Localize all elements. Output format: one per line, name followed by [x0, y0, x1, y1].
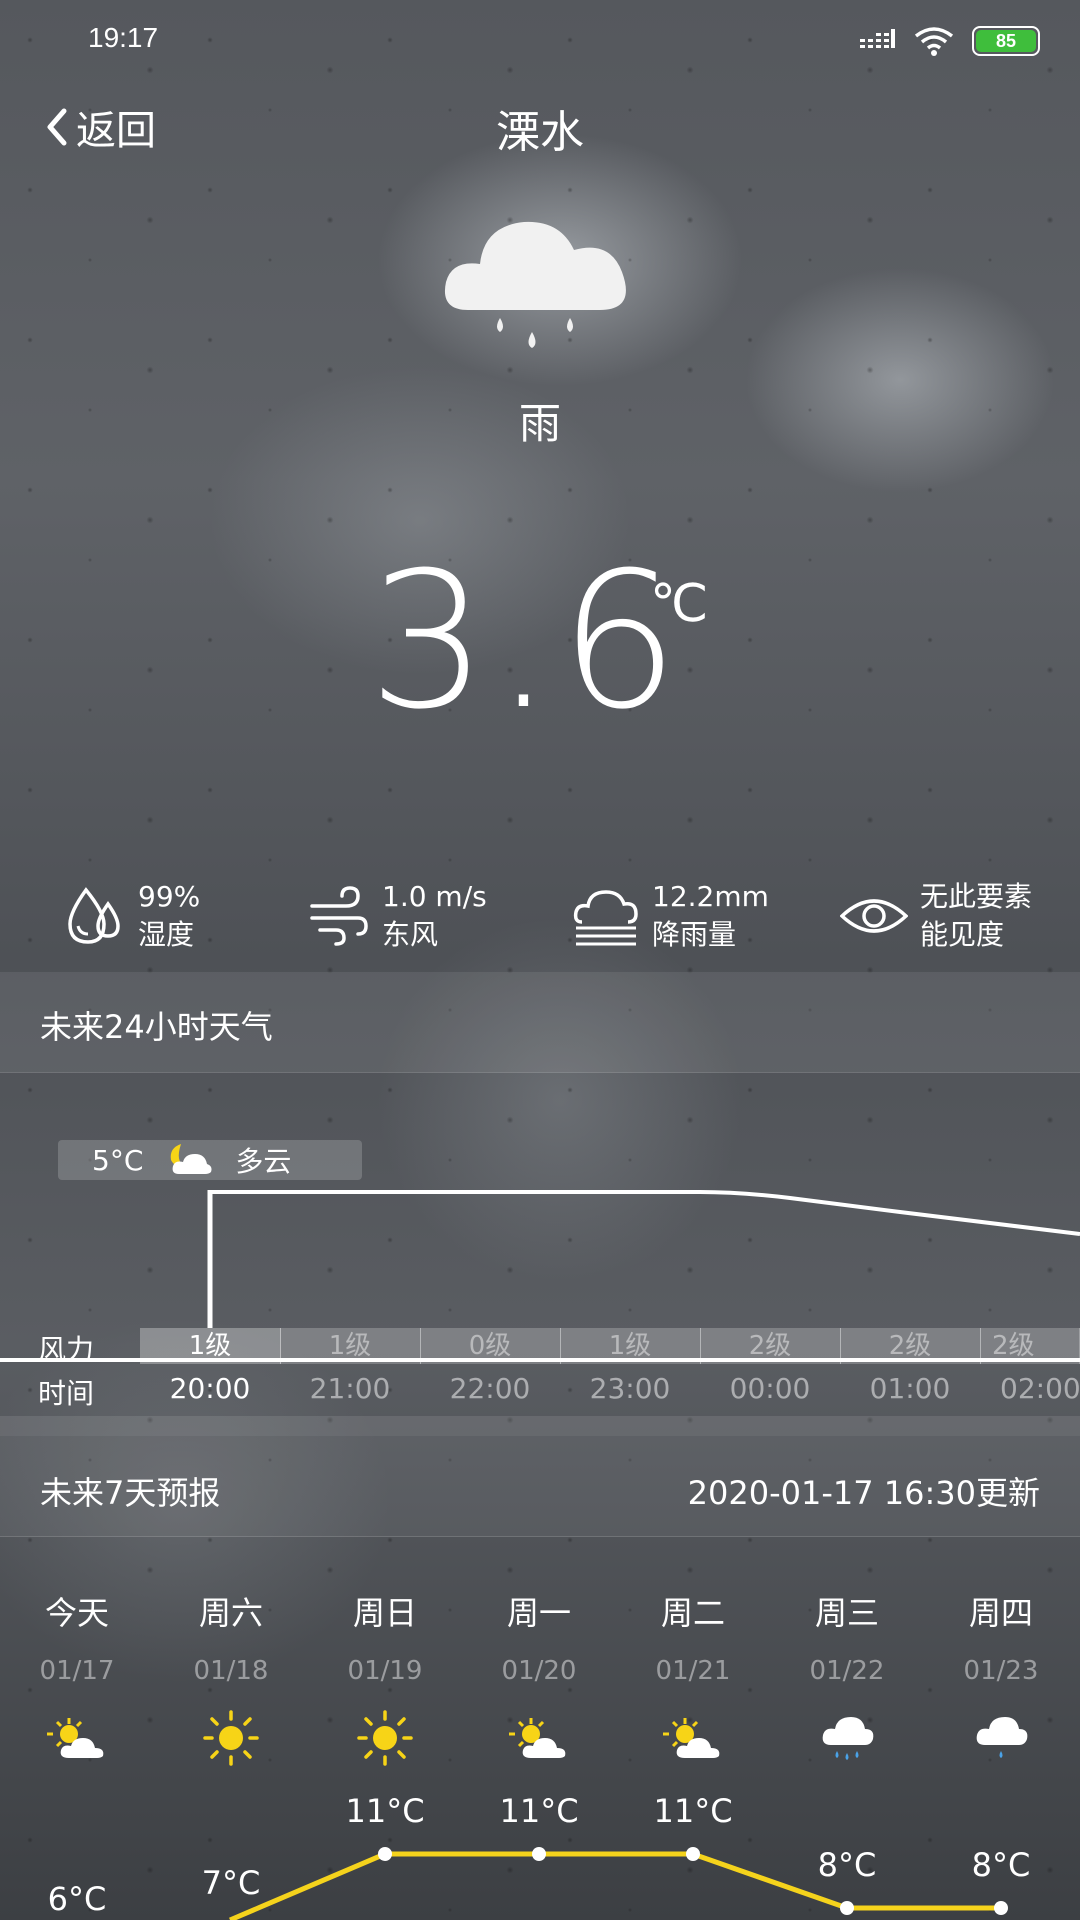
humidity-label: 湿度 — [138, 918, 195, 951]
moon-cloud-icon — [171, 1144, 212, 1174]
daily-high-line — [229, 1851, 1001, 1920]
hour-time: 00:00 — [729, 1372, 811, 1405]
day-date: 01/22 — [809, 1656, 885, 1686]
hourly-temperature-line — [210, 1190, 1080, 1236]
daily-point — [532, 1847, 546, 1861]
partly-sunny-icon — [509, 1718, 566, 1758]
day-column[interactable]: 周日 01/19 — [308, 1588, 462, 1768]
day-column[interactable]: 周三 01/22 — [770, 1588, 924, 1768]
rain-icon — [822, 1717, 874, 1760]
wind-cell: 2级 — [840, 1328, 981, 1364]
condition-text: 雨 — [518, 399, 561, 448]
partly-sunny-icon — [47, 1718, 104, 1758]
wind-cell: 0级 — [420, 1328, 561, 1364]
wind-cell: 1级 — [560, 1328, 701, 1364]
temperature-unit: ℃ — [650, 574, 709, 634]
current-temperature: 3.6 — [368, 532, 685, 751]
wind-force-row: 1级 1级 0级 1级 2级 2级 2级 — [0, 1328, 1080, 1364]
humidity-icon — [68, 887, 120, 944]
wind-icon — [310, 886, 368, 946]
day-name: 周一 — [506, 1594, 571, 1632]
day-column[interactable]: 周六 01/18 — [154, 1588, 308, 1768]
partly-sunny-icon — [663, 1718, 720, 1758]
day-name: 今天 — [44, 1594, 109, 1632]
day-column[interactable]: 周一 01/20 — [462, 1588, 616, 1768]
wind-cell: 1级 — [280, 1328, 421, 1364]
day-high-temp: 11°C — [345, 1792, 425, 1830]
precipitation-value: 12.2mm — [652, 880, 769, 913]
hourly-tooltip: 5°C 多云 — [58, 1140, 362, 1180]
divider — [0, 1536, 1080, 1537]
daily-updated: 2020-01-17 16:30更新 — [687, 1474, 1040, 1512]
hour-time: 02:00 — [1000, 1372, 1080, 1405]
daily-point — [378, 1847, 392, 1861]
day-date: 01/17 — [39, 1656, 115, 1686]
battery-icon: 85 — [972, 26, 1040, 56]
status-time: 19:17 — [88, 22, 159, 53]
day-name: 周四 — [968, 1594, 1033, 1632]
visibility-label: 能见度 — [920, 918, 1005, 951]
precipitation-metric: 12.2mm 降雨量 — [572, 878, 769, 954]
visibility-metric: 无此要素 能见度 — [840, 878, 1032, 954]
visibility-icon — [840, 899, 908, 933]
precipitation-icon — [573, 890, 638, 946]
battery-level: 85 — [995, 31, 1017, 51]
precipitation-label: 降雨量 — [652, 918, 737, 951]
day-column[interactable]: 今天 01/17 — [0, 1588, 154, 1768]
day-name: 周二 — [660, 1594, 725, 1632]
hour-time: 01:00 — [869, 1372, 951, 1405]
time-row-label: 时间 — [38, 1377, 95, 1410]
signal-icon — [860, 29, 895, 48]
day-date: 01/18 — [193, 1656, 269, 1686]
section-gap — [0, 1416, 1080, 1436]
day-high-temp: 11°C — [653, 1792, 733, 1830]
wifi-icon — [914, 27, 954, 56]
city-title: 溧水 — [496, 107, 584, 158]
day-name: 周六 — [198, 1594, 263, 1632]
day-column[interactable]: 周四 01/23 — [924, 1588, 1078, 1768]
daily-point — [994, 1901, 1008, 1915]
wind-metric: 1.0 m/s 东风 — [306, 878, 487, 954]
day-name: 周日 — [352, 1594, 417, 1632]
sunny-icon — [357, 1710, 413, 1766]
daily-title: 未来7天预报 — [40, 1474, 221, 1512]
humidity-value: 99% — [138, 880, 201, 913]
day-date: 01/21 — [655, 1656, 731, 1686]
wind-cell: 2级 — [980, 1328, 1080, 1364]
wind-cell: 2级 — [700, 1328, 841, 1364]
hour-time: 22:00 — [449, 1372, 531, 1405]
visibility-value: 无此要素 — [920, 880, 1033, 913]
tooltip-condition: 多云 — [235, 1145, 292, 1178]
humidity-metric: 99% 湿度 — [62, 878, 200, 954]
hour-time: 23:00 — [589, 1372, 671, 1405]
hour-time: 20:00 — [169, 1372, 251, 1405]
wind-cell: 1级 — [140, 1328, 281, 1364]
day-column[interactable]: 周二 01/21 — [616, 1588, 770, 1768]
daily-high-chart — [229, 1847, 1008, 1920]
rain-cloud-icon — [444, 221, 626, 348]
day-date: 01/23 — [963, 1656, 1039, 1686]
day-high-temp: 11°C — [499, 1792, 579, 1830]
daily-point — [840, 1901, 854, 1915]
wind-speed-value: 1.0 m/s — [382, 880, 487, 913]
divider — [0, 1072, 1080, 1073]
tooltip-temp: 5°C — [92, 1143, 144, 1177]
day-name: 周三 — [814, 1594, 879, 1632]
status-icons: 85 — [860, 26, 1040, 56]
rain-icon — [976, 1717, 1028, 1758]
sunny-icon — [203, 1710, 259, 1766]
wind-direction-label: 东风 — [382, 918, 439, 951]
hourly-title: 未来24小时天气 — [40, 1008, 273, 1046]
day-date: 01/20 — [501, 1656, 577, 1686]
day-date: 01/19 — [347, 1656, 423, 1686]
hour-time: 21:00 — [309, 1372, 391, 1405]
daily-point — [686, 1847, 700, 1861]
